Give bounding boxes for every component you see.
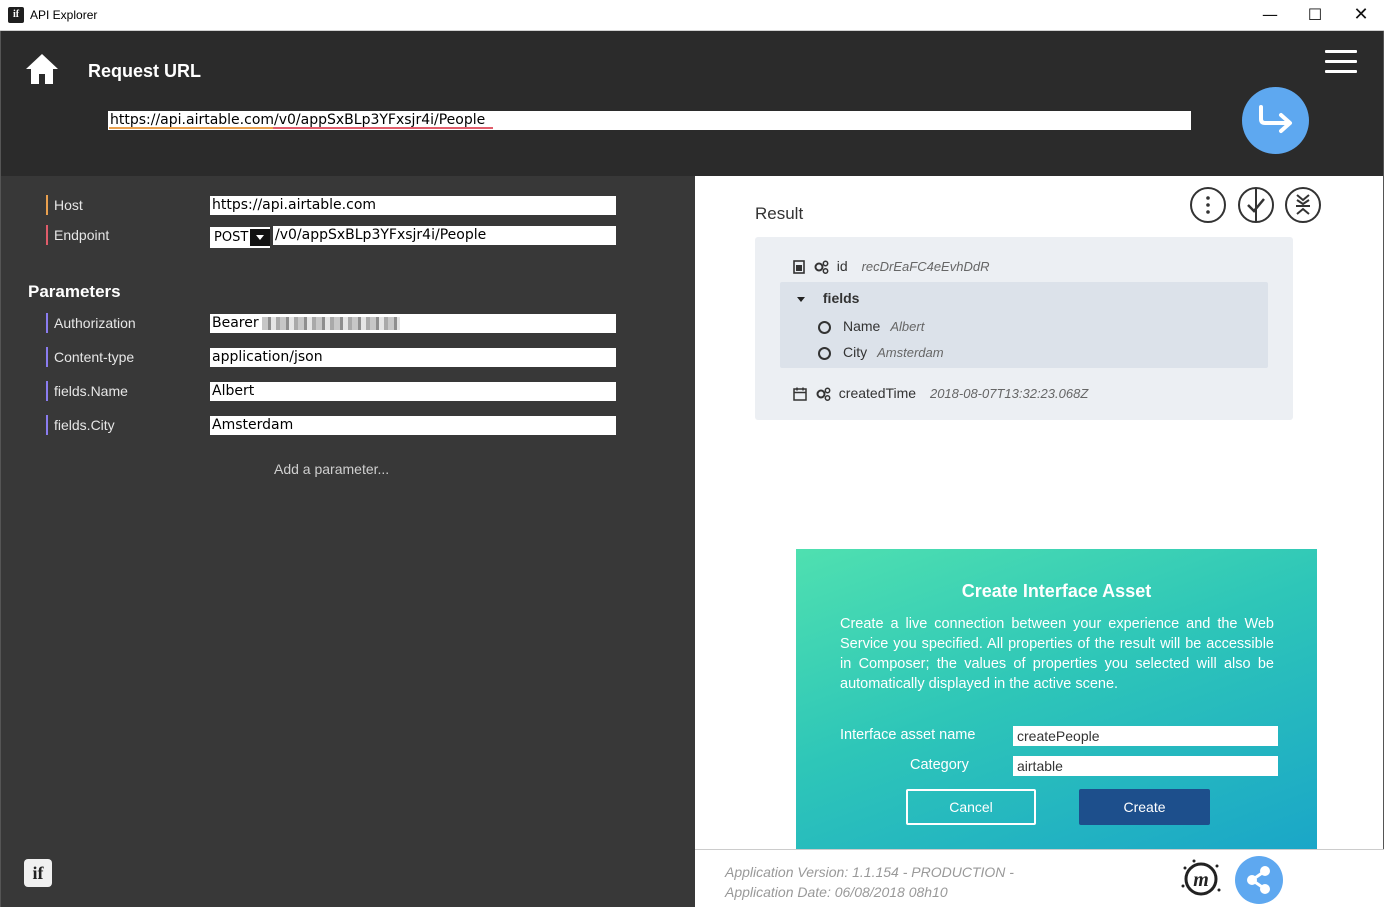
app-version-info: Application Version: 1.1.154 - PRODUCTIO… bbox=[725, 862, 1014, 902]
id-card-icon bbox=[793, 260, 805, 275]
window-title: API Explorer bbox=[30, 8, 98, 22]
select-all-button[interactable] bbox=[1238, 187, 1274, 223]
chevron-down-icon[interactable] bbox=[250, 229, 270, 246]
gears-icon bbox=[816, 387, 831, 402]
param-name-authorization: Authorization bbox=[46, 313, 136, 333]
date-line: Application Date: 06/08/2018 08h10 bbox=[725, 884, 948, 900]
param-name-content-type: Content-type bbox=[46, 347, 134, 367]
url-syntax-underline bbox=[109, 127, 493, 129]
host-input[interactable]: https://api.airtable.com bbox=[210, 196, 616, 215]
svg-text:m: m bbox=[1193, 869, 1209, 891]
host-label: Host bbox=[46, 195, 83, 215]
window-titlebar: if API Explorer — ☐ ✕ bbox=[0, 0, 1384, 31]
result-title: Result bbox=[755, 204, 804, 223]
id-key: id bbox=[836, 258, 848, 274]
caret-down-icon[interactable] bbox=[797, 296, 805, 302]
request-panel: Host https://api.airtable.com Endpoint P… bbox=[0, 176, 695, 907]
more-options-button[interactable] bbox=[1190, 187, 1226, 223]
result-tree: id recDrEaFC4eEvhDdR fields Name Albert C… bbox=[755, 237, 1293, 420]
add-parameter-link[interactable]: Add a parameter... bbox=[274, 461, 389, 477]
cancel-button[interactable]: Cancel bbox=[906, 789, 1036, 825]
fields-node-header[interactable]: fields bbox=[797, 288, 859, 308]
param-name-fields-name: fields.Name bbox=[46, 381, 128, 401]
asset-name-input[interactable]: createPeople bbox=[1013, 726, 1278, 746]
param-value-authorization[interactable]: Bearer bbox=[210, 314, 616, 333]
share-button[interactable] bbox=[1235, 856, 1283, 904]
footer: Application Version: 1.1.154 - PRODUCTIO… bbox=[695, 849, 1384, 907]
result-row-id[interactable]: id recDrEaFC4eEvhDdR bbox=[793, 256, 989, 276]
share-icon bbox=[1247, 866, 1270, 894]
masked-token bbox=[261, 316, 400, 330]
create-button[interactable]: Create bbox=[1079, 789, 1210, 825]
endpoint-label: Endpoint bbox=[46, 225, 109, 245]
created-time-value: 2018-08-07T13:32:23.068Z bbox=[929, 386, 1089, 401]
send-arrow-icon bbox=[1259, 105, 1292, 133]
field-row-city[interactable]: City Amsterdam bbox=[818, 342, 944, 362]
asset-name-label: Interface asset name bbox=[840, 727, 976, 743]
field-key-name: Name bbox=[843, 318, 881, 334]
param-value-fields-name[interactable]: Albert bbox=[210, 382, 616, 401]
if-logo: if bbox=[24, 859, 52, 887]
field-value-name: Albert bbox=[890, 319, 925, 334]
minimize-button[interactable]: — bbox=[1247, 0, 1293, 31]
send-request-button[interactable] bbox=[1242, 87, 1309, 154]
param-name-fields-city: fields.City bbox=[46, 415, 115, 435]
category-input[interactable]: airtable bbox=[1013, 756, 1278, 776]
category-label: Category bbox=[910, 757, 969, 773]
vertical-dots-icon bbox=[1206, 196, 1210, 214]
dialog-title: Create Interface Asset bbox=[961, 581, 1152, 601]
meteor-logo: m bbox=[1180, 858, 1222, 900]
hamburger-menu-icon[interactable] bbox=[1325, 50, 1357, 74]
dialog-description: Create a live connection between your ex… bbox=[840, 616, 1274, 692]
param-value-content-type[interactable]: application/json bbox=[210, 348, 616, 367]
close-button[interactable]: ✕ bbox=[1338, 0, 1384, 31]
parameters-title: Parameters bbox=[28, 282, 121, 301]
app-icon: if bbox=[8, 7, 24, 23]
collapse-icon bbox=[1296, 194, 1310, 215]
radio-ring-icon[interactable] bbox=[818, 346, 831, 360]
field-key-city: City bbox=[843, 344, 868, 360]
field-value-city: Amsterdam bbox=[877, 345, 944, 360]
auth-scheme: Bearer bbox=[212, 315, 259, 331]
request-header: Request URL https://api.airtable.com/v0/… bbox=[0, 31, 1384, 176]
method-select[interactable]: POST bbox=[210, 227, 270, 248]
home-icon[interactable] bbox=[25, 52, 59, 86]
result-row-created-time[interactable]: createdTime 2018-08-07T13:32:23.068Z bbox=[793, 383, 1088, 403]
radio-ring-icon[interactable] bbox=[818, 320, 831, 334]
fields-node: fields Name Albert City Amsterdam bbox=[780, 282, 1268, 368]
version-line: Application Version: 1.1.154 - PRODUCTIO… bbox=[725, 864, 1014, 880]
fields-key: fields bbox=[822, 290, 860, 306]
gears-icon bbox=[814, 260, 829, 275]
create-interface-asset-dialog: Create Interface Asset Create a live con… bbox=[796, 549, 1317, 851]
page-title: Request URL bbox=[88, 61, 202, 81]
result-panel: Result id recDrEaFC4eEvhDdR fields Name … bbox=[695, 176, 1384, 907]
endpoint-input[interactable]: /v0/appSxBLp3YFxsjr4i/People bbox=[273, 226, 616, 245]
collapse-all-button[interactable] bbox=[1285, 187, 1321, 223]
field-row-name[interactable]: Name Albert bbox=[818, 316, 924, 336]
calendar-icon bbox=[793, 387, 807, 402]
created-time-key: createdTime bbox=[838, 385, 917, 401]
maximize-button[interactable]: ☐ bbox=[1292, 0, 1338, 31]
id-value: recDrEaFC4eEvhDdR bbox=[861, 259, 990, 274]
check-icon bbox=[1247, 189, 1265, 221]
param-value-fields-city[interactable]: Amsterdam bbox=[210, 416, 616, 435]
method-value: POST bbox=[214, 230, 249, 245]
